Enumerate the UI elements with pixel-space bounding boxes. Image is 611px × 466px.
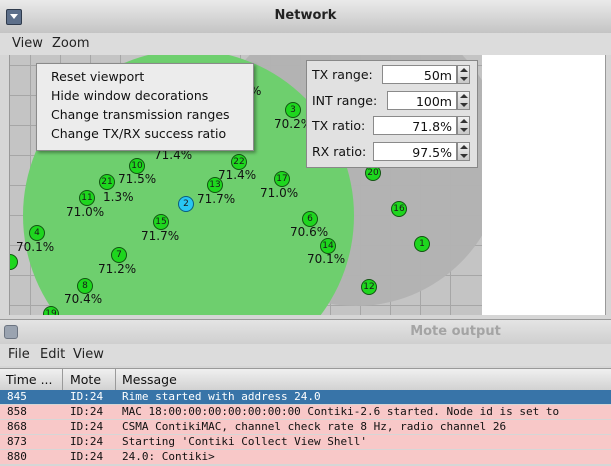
log-row[interactable]: 845 ID:24 Rime started with address 24.0 xyxy=(0,390,611,404)
log-message: Starting 'Contiki Collect View Shell' xyxy=(122,435,368,448)
node-10-ratio: 71.5% xyxy=(118,172,157,186)
node-11-ratio: 71.0% xyxy=(66,205,105,219)
context-menu: Reset viewport Hide window decorations C… xyxy=(36,63,254,151)
tx-ratio-field[interactable]: 71.8% xyxy=(373,116,457,135)
rx-ratio-field[interactable]: 97.5% xyxy=(373,142,457,161)
node-8-ratio: 70.4% xyxy=(64,292,103,306)
log-message: 24.0: Contiki> xyxy=(122,450,215,463)
log-mote: ID:24 xyxy=(70,450,104,463)
menu-item-hide-window-decorations[interactable]: Hide window decorations xyxy=(51,88,208,103)
log-message: CSMA ContikiMAC, channel check rate 8 Hz… xyxy=(122,420,507,433)
log-mote: ID:24 xyxy=(70,420,104,433)
node-12[interactable]: 12 xyxy=(361,279,377,295)
rx-ratio-label: RX ratio: xyxy=(312,144,367,159)
log-message: Rime started with address 24.0 xyxy=(122,390,321,403)
node-7[interactable]: 7 xyxy=(111,247,127,263)
node-edge[interactable] xyxy=(10,254,18,270)
int-range-spinner[interactable] xyxy=(457,91,470,110)
mote-menubar: File Edit View xyxy=(0,344,611,366)
node-21-ratio: 1.3% xyxy=(103,190,134,204)
menu-edit[interactable]: Edit xyxy=(40,347,65,362)
node-22-ratio: 71.4% xyxy=(218,168,257,182)
node-19[interactable]: 19 xyxy=(43,306,59,315)
int-range-label: INT range: xyxy=(312,93,378,108)
node-2[interactable]: 2 xyxy=(178,196,194,212)
log-time: 868 xyxy=(7,420,27,433)
menu-item-change-success-ratio[interactable]: Change TX/RX success ratio xyxy=(51,126,226,141)
tx-ratio-spinner[interactable] xyxy=(457,116,470,135)
network-window-title: Network xyxy=(274,8,337,23)
network-menubar: View Zoom xyxy=(0,33,611,55)
network-titlebar[interactable]: Network xyxy=(0,0,611,34)
node-15[interactable]: 15 xyxy=(153,214,169,230)
node-15-ratio: 71.7% xyxy=(141,229,180,243)
tx-ratio-label: TX ratio: xyxy=(312,118,366,133)
node-6-ratio: 70.6% xyxy=(290,225,329,239)
rx-ratio-spinner[interactable] xyxy=(457,142,470,161)
tx-range-field[interactable]: 50m xyxy=(382,65,457,84)
column-message[interactable]: Message xyxy=(122,372,177,387)
range-control-panel: TX range: 50m INT range: 100m TX ratio: … xyxy=(306,60,478,168)
node-14-ratio: 70.1% xyxy=(307,252,346,266)
log-message: MAC 18:00:00:00:00:00:00:00 Contiki-2.6 … xyxy=(122,405,560,418)
log-row[interactable]: 880 ID:24 24.0: Contiki> xyxy=(0,450,611,464)
node-7-ratio: 71.2% xyxy=(98,262,137,276)
log-time: 873 xyxy=(7,435,27,448)
canvas-blank-area xyxy=(482,55,605,315)
node-11[interactable]: 11 xyxy=(79,190,95,206)
mote-output-titlebar[interactable]: Mote output xyxy=(0,319,611,345)
menu-item-change-transmission-ranges[interactable]: Change transmission ranges xyxy=(51,107,230,122)
column-time[interactable]: Time ... xyxy=(6,372,52,387)
log-time: 845 xyxy=(7,390,27,403)
node-21[interactable]: 21 xyxy=(99,174,115,190)
menu-view[interactable]: View xyxy=(12,36,43,51)
log-mote: ID:24 xyxy=(70,435,104,448)
menu-file[interactable]: File xyxy=(8,347,30,362)
menu-view-mote[interactable]: View xyxy=(73,347,104,362)
node-16[interactable]: 16 xyxy=(391,201,407,217)
int-range-field[interactable]: 100m xyxy=(387,91,457,110)
node-3[interactable]: 3 xyxy=(285,102,301,118)
log-row[interactable]: 858 ID:24 MAC 18:00:00:00:00:00:00:00 Co… xyxy=(0,405,611,419)
log-mote: ID:24 xyxy=(70,390,104,403)
menu-zoom[interactable]: Zoom xyxy=(52,36,89,51)
log-mote: ID:24 xyxy=(70,405,104,418)
node-17-ratio: 71.0% xyxy=(260,186,299,200)
tx-range-label: TX range: xyxy=(312,67,373,82)
node-1[interactable]: 1 xyxy=(414,236,430,252)
node-4-ratio: 70.1% xyxy=(16,240,55,254)
column-mote[interactable]: Mote xyxy=(70,372,101,387)
log-table-header: Time ... Mote Message xyxy=(0,368,611,391)
node-13-ratio: 71.7% xyxy=(197,192,236,206)
log-row[interactable]: 868 ID:24 CSMA ContikiMAC, channel check… xyxy=(0,420,611,434)
mote-output-title: Mote output xyxy=(410,324,501,339)
log-time: 880 xyxy=(7,450,27,463)
log-row[interactable]: 873 ID:24 Starting 'Contiki Collect View… xyxy=(0,435,611,449)
log-time: 858 xyxy=(7,405,27,418)
tx-range-spinner[interactable] xyxy=(457,65,470,84)
node-17[interactable]: 17 xyxy=(274,171,290,187)
node-4[interactable]: 4 xyxy=(29,225,45,241)
menu-item-reset-viewport[interactable]: Reset viewport xyxy=(51,69,144,84)
